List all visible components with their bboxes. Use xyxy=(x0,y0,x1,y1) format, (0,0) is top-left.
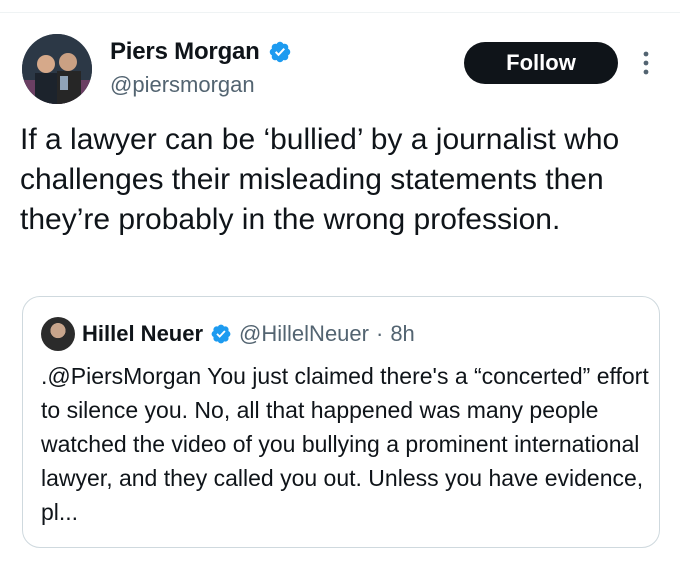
quoted-author-handle: @HillelNeuer xyxy=(239,321,369,346)
author-handle[interactable]: @piersmorgan xyxy=(110,72,255,98)
quoted-avatar xyxy=(41,317,75,351)
quoted-author-name: Hillel Neuer xyxy=(82,321,204,346)
quoted-tweet[interactable]: Hillel Neuer @HillelNeuer · 8h .@PiersMo… xyxy=(22,296,660,548)
quoted-verified-badge-icon xyxy=(211,324,231,344)
verified-badge-icon xyxy=(269,41,290,63)
avatar[interactable] xyxy=(22,34,92,104)
follow-button[interactable]: Follow xyxy=(464,42,618,84)
quoted-header: Hillel Neuer @HillelNeuer · 8h xyxy=(41,317,415,351)
quoted-tweet-text: .@PiersMorgan You just claimed there's a… xyxy=(41,363,649,525)
name-row: Piers Morgan xyxy=(110,38,292,66)
more-options-icon[interactable] xyxy=(636,46,656,80)
quoted-separator: · xyxy=(375,321,384,346)
top-divider xyxy=(0,12,680,13)
author-name[interactable]: Piers Morgan xyxy=(110,38,260,66)
quoted-timestamp: 8h xyxy=(390,321,415,346)
tweet-text: If a lawyer can be ‘bullied’ by a journa… xyxy=(20,123,620,236)
tweet-header: Piers Morgan @piersmorgan Follow xyxy=(22,34,662,104)
